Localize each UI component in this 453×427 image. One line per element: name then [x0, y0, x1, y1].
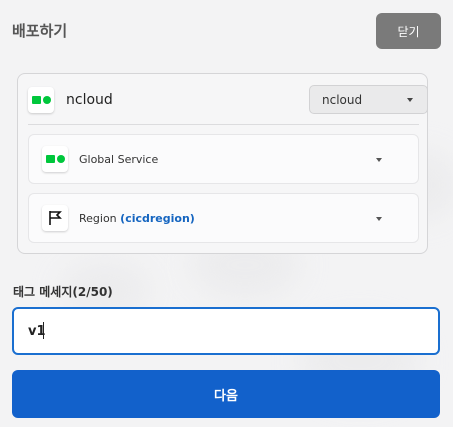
flag-icon [42, 205, 68, 231]
chevron-down-icon [376, 158, 382, 162]
provider-name: ncloud [66, 92, 113, 108]
tag-message-input[interactable] [12, 307, 440, 355]
provider-select-value: ncloud [322, 92, 363, 107]
next-button[interactable]: 다음 [12, 370, 440, 418]
provider-select[interactable]: ncloud [309, 85, 428, 114]
region-select[interactable]: Region (cicdregion) [28, 193, 419, 243]
dialog-title: 배포하기 [12, 22, 68, 40]
divider [28, 124, 419, 125]
ncloud-logo-icon [42, 146, 68, 172]
chevron-down-icon [407, 98, 413, 102]
provider-row: ncloud ncloud [28, 84, 428, 116]
close-button[interactable]: 닫기 [376, 13, 441, 49]
service-select[interactable]: Global Service [28, 134, 419, 184]
region-value: (cicdregion) [120, 211, 195, 225]
region-label: Region (cicdregion) [79, 212, 195, 225]
service-label: Global Service [79, 152, 159, 166]
ncloud-logo-icon [28, 87, 54, 113]
tag-message-label: 태그 메세지(2/50) [13, 285, 113, 299]
text-cursor [43, 322, 44, 339]
region-label-text: Region [79, 211, 117, 225]
deploy-dialog: 배포하기 닫기 ncloud ncloud Global Service Reg… [0, 0, 453, 427]
deploy-target-panel: ncloud ncloud Global Service Region (cic [17, 73, 428, 254]
chevron-down-icon [376, 217, 382, 221]
